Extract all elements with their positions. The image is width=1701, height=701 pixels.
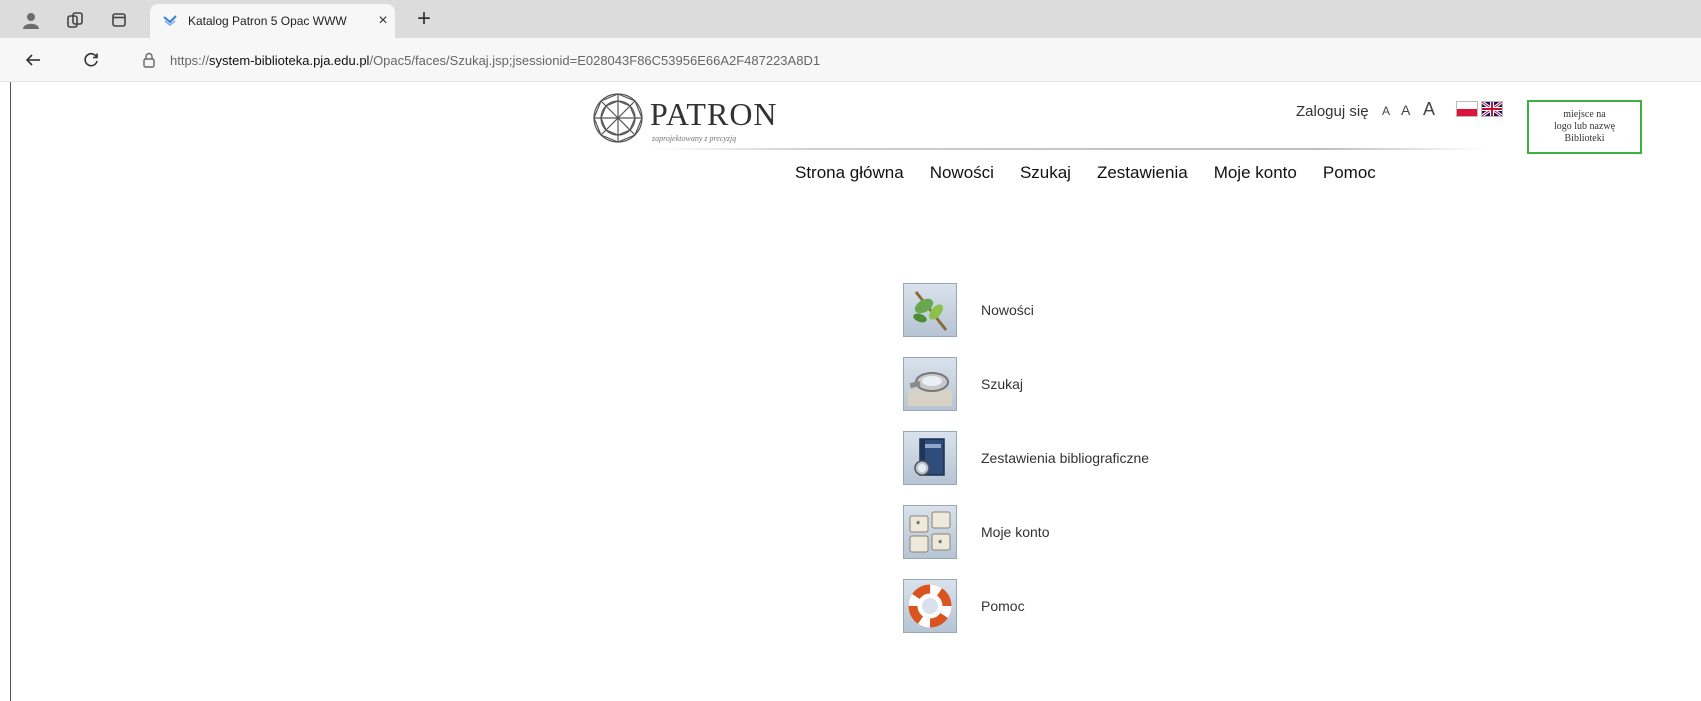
menu-label: Moje konto: [981, 524, 1050, 540]
menu-item-search[interactable]: Szukaj: [903, 356, 1149, 412]
header-divider: [648, 148, 1488, 150]
menu-label: Pomoc: [981, 598, 1025, 614]
logo-wordmark: PATRON: [650, 96, 778, 132]
nav-reports[interactable]: Zestawienia: [1097, 163, 1188, 183]
tab-title: Katalog Patron 5 Opac WWW: [188, 14, 347, 28]
profile-icon[interactable]: [20, 9, 42, 31]
library-box-line: Biblioteki: [1564, 133, 1605, 144]
menu-item-help[interactable]: Pomoc: [903, 578, 1149, 634]
uk-flag-icon[interactable]: [1481, 100, 1503, 118]
library-box-line: miejsce na: [1563, 109, 1606, 120]
book-icon[interactable]: [903, 431, 957, 485]
svg-text:*: *: [916, 519, 921, 531]
menu-item-my-account[interactable]: * * Moje konto: [903, 504, 1149, 560]
lifebuoy-icon[interactable]: [903, 579, 957, 633]
nav-my-account[interactable]: Moje konto: [1214, 163, 1297, 183]
menu-label: Szukaj: [981, 376, 1024, 392]
login-link[interactable]: Zaloguj się: [1296, 103, 1369, 120]
quick-menu: Nowości Szukaj Zestawienia bibliograficz…: [903, 282, 1149, 652]
tab-close-icon[interactable]: ×: [371, 12, 395, 30]
back-arrow-icon[interactable]: [22, 49, 44, 71]
menu-item-new-items[interactable]: Nowości: [903, 282, 1149, 338]
font-size-large-button[interactable]: A: [1423, 99, 1435, 120]
menu-item-bibliographic-reports[interactable]: Zestawienia bibliograficzne: [903, 430, 1149, 486]
magnifier-icon[interactable]: [903, 357, 957, 411]
patron-logo[interactable]: PATRON zaprojektowany z precyzją: [590, 90, 810, 146]
menu-label: Nowości: [981, 302, 1034, 318]
address-bar-row: https://system-biblioteka.pja.edu.pl/Opa…: [0, 38, 1701, 82]
polish-flag-icon[interactable]: [1456, 101, 1478, 117]
url-path: /Opac5/faces/Szukaj.jsp;jsessionid=E0280…: [369, 52, 821, 68]
window-left-border: [10, 82, 11, 701]
library-logo-placeholder: miejsce na logo lub nazwę Biblioteki: [1527, 100, 1642, 154]
leaf-icon[interactable]: [903, 283, 957, 337]
diamond-logo-icon: [593, 93, 643, 143]
tab-favicon-icon: [163, 15, 177, 27]
url-host: system-biblioteka.pja.edu.pl: [209, 52, 370, 68]
workspaces-icon[interactable]: [64, 9, 86, 31]
menu-label: Zestawienia bibliograficzne: [981, 450, 1150, 466]
url-scheme: https://: [170, 52, 210, 68]
nav-search[interactable]: Szukaj: [1020, 163, 1071, 183]
font-size-medium-button[interactable]: A: [1401, 102, 1410, 118]
lock-icon[interactable]: [140, 51, 158, 69]
tab-actions-icon[interactable]: [108, 9, 130, 31]
browser-tab-strip: Katalog Patron 5 Opac WWW × +: [0, 0, 1701, 38]
svg-text:*: *: [938, 538, 943, 550]
main-navigation: Strona główna Nowości Szukaj Zestawienia…: [795, 163, 1376, 183]
library-box-line: logo lub nazwę: [1553, 121, 1616, 132]
nav-new-items[interactable]: Nowości: [930, 163, 994, 183]
new-tab-button[interactable]: +: [410, 6, 438, 34]
reload-icon[interactable]: [80, 49, 102, 71]
font-size-small-button[interactable]: A: [1382, 104, 1390, 118]
keyboard-keys-icon[interactable]: * *: [903, 505, 957, 559]
browser-tab-active[interactable]: Katalog Patron 5 Opac WWW ×: [150, 4, 395, 38]
logo-tagline: zaprojektowany z precyzją: [652, 134, 737, 143]
url-field[interactable]: https://system-biblioteka.pja.edu.pl/Opa…: [140, 46, 1680, 74]
nav-help[interactable]: Pomoc: [1323, 163, 1376, 183]
nav-home[interactable]: Strona główna: [795, 163, 904, 183]
